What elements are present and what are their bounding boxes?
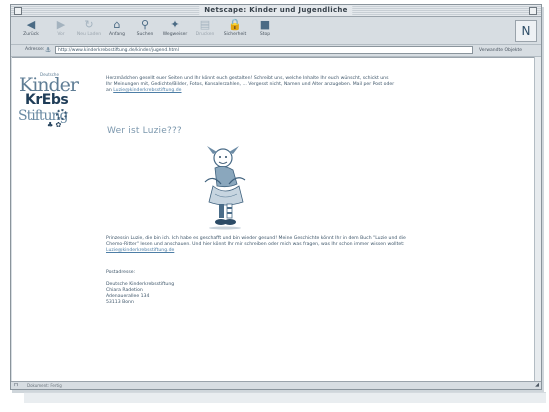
bookmark-pin-icon[interactable]: ⚓ — [45, 46, 51, 55]
reload-button[interactable]: ↻ Neu Laden — [75, 19, 103, 43]
window-title: Netscape: Kinder und Jugendliche — [199, 5, 353, 16]
status-message: Dokument: Fertig — [27, 383, 62, 388]
luzie-text: Prinzessin Luzie, die bin ich. Ich habe … — [106, 236, 406, 247]
close-box[interactable] — [14, 7, 22, 15]
location-bar: Adresse: ⚓ http://www.kinderkrebsstiftun… — [11, 45, 541, 57]
security-lock-icon[interactable]: ⊓ — [14, 382, 18, 389]
desktop-shadow — [24, 392, 546, 403]
status-bar: ⊓ Dokument: Fertig ◢ — [11, 381, 541, 389]
related-objects-button[interactable]: Verwandte Objekte — [479, 46, 522, 55]
stop-button[interactable]: ■ Stop — [251, 19, 279, 43]
page-heading: Wer ist Luzie??? — [107, 126, 182, 136]
reload-icon: ↻ — [84, 18, 94, 31]
print-label: Drucken — [195, 32, 215, 37]
back-button[interactable]: ◀ Zurück — [17, 19, 45, 43]
postal-label: Postadresse: — [106, 270, 136, 275]
print-icon: ▤ — [199, 18, 211, 31]
back-label: Zurück — [23, 32, 39, 37]
security-icon: 🔒 — [228, 18, 242, 31]
guide-button[interactable]: ✦ Wegweiser — [161, 19, 189, 43]
forward-button[interactable]: ▶ Vor — [47, 19, 75, 43]
forward-label: Vor — [57, 32, 65, 37]
back-arrow-icon: ◀ — [26, 18, 36, 31]
intro-email-link[interactable]: Luzie@kinderkrebsstiftung.de — [113, 88, 181, 93]
home-label: Anfang — [109, 32, 125, 37]
browser-window: Netscape: Kinder und Jugendliche ◀ Zurüc… — [10, 4, 542, 390]
logo-figures-icon: ♣ ✿ — [47, 121, 62, 129]
page-content: Deutsche Kinder KrEbs Stiftung ♣ ✿ Herzm… — [12, 57, 540, 383]
logo-line2: KrEbs — [25, 92, 69, 108]
guide-icon: ✦ — [170, 18, 180, 31]
zoom-box[interactable] — [529, 7, 537, 15]
luzie-clown-illustration — [204, 146, 246, 230]
location-label: Adresse: — [25, 47, 45, 52]
logo-flower-icon — [56, 109, 67, 120]
home-icon: ⌂ — [113, 18, 121, 31]
guide-label: Wegweiser — [162, 32, 188, 37]
vertical-scrollbar[interactable] — [534, 57, 541, 382]
intro-paragraph: Herzmädchen gesellt euer Seiten und Ihr … — [106, 76, 396, 94]
stop-label: Stop — [259, 32, 271, 37]
luzie-paragraph: Prinzessin Luzie, die bin ich. Ich habe … — [106, 236, 406, 254]
search-icon: ⚲ — [140, 18, 150, 31]
address-line: 53113 Bonn — [106, 300, 134, 305]
search-button[interactable]: ⚲ Suchen — [131, 19, 159, 43]
url-field[interactable]: http://www.kinderkrebsstiftung.de/kinder… — [55, 46, 473, 54]
search-label: Suchen — [136, 32, 154, 37]
stop-icon: ■ — [259, 18, 271, 31]
forward-arrow-icon: ▶ — [56, 18, 66, 31]
print-button[interactable]: ▤ Drucken — [191, 19, 219, 43]
title-bar[interactable]: Netscape: Kinder und Jugendliche — [11, 5, 541, 17]
security-button[interactable]: 🔒 Sicherheit — [221, 19, 249, 43]
reload-label: Neu Laden — [76, 32, 102, 37]
netscape-logo-icon[interactable]: N — [515, 20, 537, 42]
postal-address: Deutsche Kinderkrebsstiftung Chiara Rade… — [106, 282, 174, 306]
luzie-email-link[interactable]: Luzie@kinderkrebsstiftung.de — [106, 248, 174, 253]
resize-grip-icon[interactable]: ◢ — [535, 382, 539, 389]
security-label: Sicherheit — [223, 32, 247, 37]
navigation-toolbar: ◀ Zurück ▶ Vor ↻ Neu Laden ⌂ Anfang ⚲ Su… — [11, 17, 541, 45]
kinderkrebsstiftung-logo[interactable]: Deutsche Kinder KrEbs Stiftung ♣ ✿ — [18, 72, 85, 134]
home-button[interactable]: ⌂ Anfang — [103, 19, 131, 43]
